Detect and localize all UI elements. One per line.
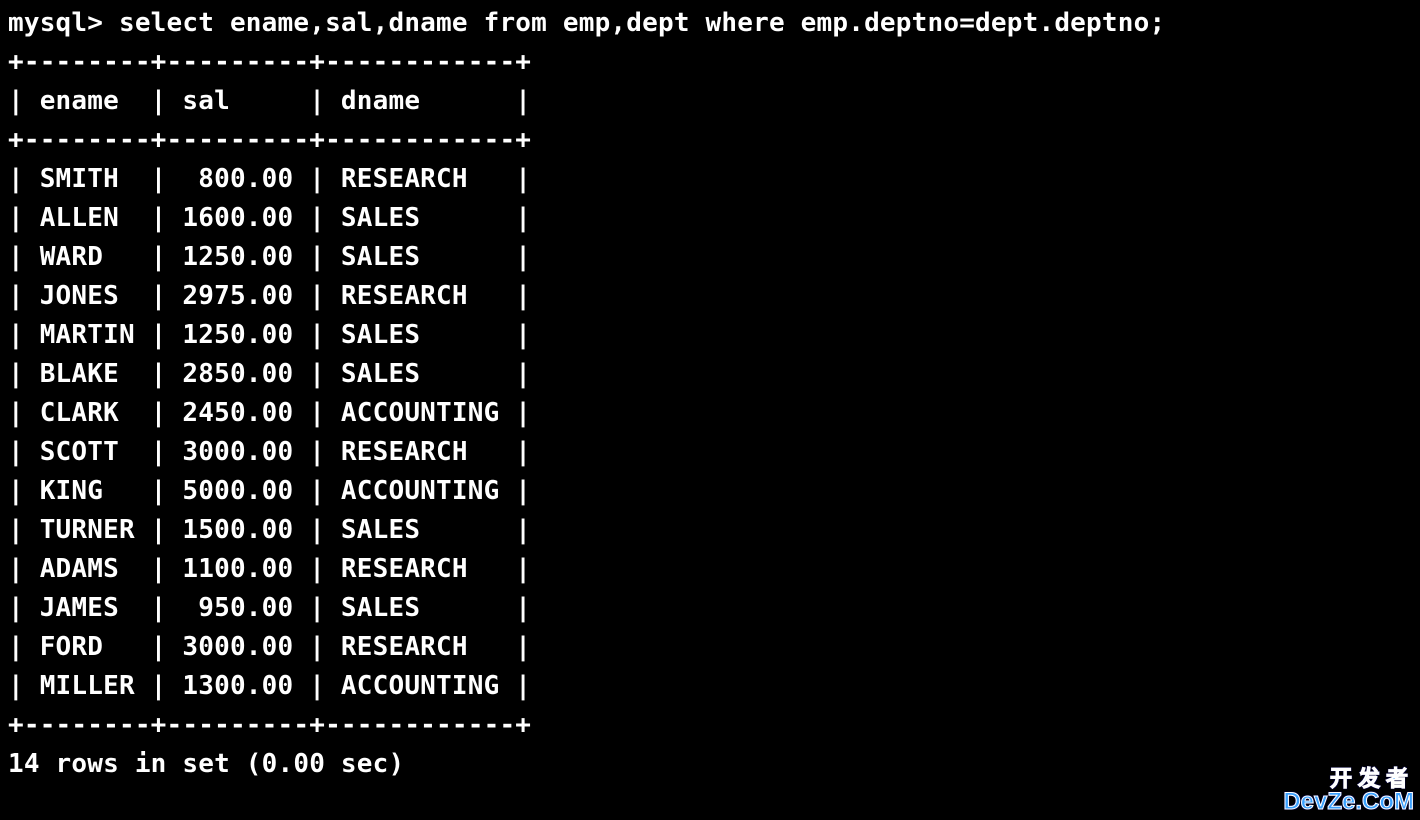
table-row: | CLARK | 2450.00 | ACCOUNTING |: [8, 398, 531, 428]
watermark-line1: 开发者: [1283, 768, 1414, 790]
table-header-row: | ename | sal | dname |: [8, 86, 531, 116]
table-row: | WARD | 1250.00 | SALES |: [8, 242, 531, 272]
watermark: 开发者 DevZe.CoM: [1283, 768, 1414, 814]
table-row: | ALLEN | 1600.00 | SALES |: [8, 203, 531, 233]
table-border-top: +--------+---------+------------+: [8, 47, 531, 77]
table-row: | SMITH | 800.00 | RESEARCH |: [8, 164, 531, 194]
table-row: | SCOTT | 3000.00 | RESEARCH |: [8, 437, 531, 467]
mysql-prompt: mysql> select ename,sal,dname from emp,d…: [8, 8, 1165, 38]
table-border-mid: +--------+---------+------------+: [8, 125, 531, 155]
table-row: | ADAMS | 1100.00 | RESEARCH |: [8, 554, 531, 584]
table-row: | JAMES | 950.00 | SALES |: [8, 593, 531, 623]
table-row: | MILLER | 1300.00 | ACCOUNTING |: [8, 671, 531, 701]
table-row: | TURNER | 1500.00 | SALES |: [8, 515, 531, 545]
result-footer: 14 rows in set (0.00 sec): [8, 749, 404, 779]
table-row: | JONES | 2975.00 | RESEARCH |: [8, 281, 531, 311]
mysql-terminal-output: mysql> select ename,sal,dname from emp,d…: [0, 0, 1420, 788]
watermark-line2: DevZe.CoM: [1283, 790, 1414, 814]
table-border-bottom: +--------+---------+------------+: [8, 710, 531, 740]
table-row: | FORD | 3000.00 | RESEARCH |: [8, 632, 531, 662]
table-row: | KING | 5000.00 | ACCOUNTING |: [8, 476, 531, 506]
table-row: | MARTIN | 1250.00 | SALES |: [8, 320, 531, 350]
table-row: | BLAKE | 2850.00 | SALES |: [8, 359, 531, 389]
